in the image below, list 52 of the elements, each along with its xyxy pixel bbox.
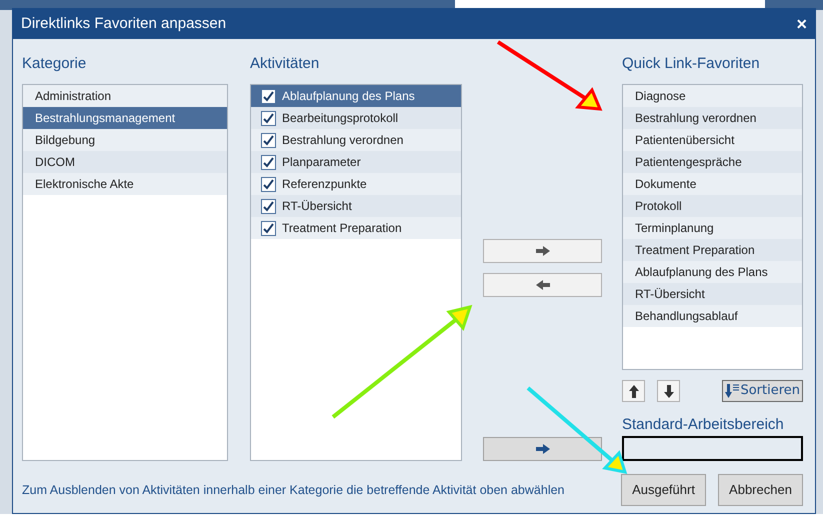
- activity-label[interactable]: Ablaufplanung des Plans: [282, 87, 415, 105]
- move-down-button[interactable]: [657, 380, 680, 402]
- up-arrow-icon: [628, 384, 638, 398]
- sort-button[interactable]: Sortieren: [722, 380, 803, 402]
- activity-label[interactable]: RT-Übersicht: [282, 197, 352, 215]
- checkbox[interactable]: [261, 176, 276, 192]
- list-item[interactable]: Elektronische Akte: [23, 173, 227, 195]
- list-item[interactable]: Bestrahlungsmanagement: [23, 107, 227, 129]
- set-default-button[interactable]: [483, 437, 602, 461]
- list-item[interactable]: Diagnose: [623, 85, 802, 107]
- list-item[interactable]: Patientengespräche: [623, 151, 802, 173]
- checkbox[interactable]: [261, 132, 276, 148]
- list-item[interactable]: Bildgebung: [23, 129, 227, 151]
- list-item[interactable]: Protokoll: [623, 195, 802, 217]
- list-item[interactable]: Behandlungsablauf: [623, 305, 802, 327]
- dialog-button[interactable]: Ausgeführt: [621, 474, 706, 506]
- down-arrow-icon: [664, 384, 674, 398]
- remove-button[interactable]: [483, 273, 602, 297]
- list-item[interactable]: DICOM: [23, 151, 227, 173]
- list-item[interactable]: Ablaufplanung des Plans: [623, 261, 802, 283]
- default-workspace-field[interactable]: [622, 436, 803, 461]
- checkbox[interactable]: [261, 88, 276, 104]
- list-item[interactable]: Dokumente: [623, 173, 802, 195]
- dialog-button[interactable]: Abbrechen: [718, 474, 803, 506]
- checkbox[interactable]: [261, 198, 276, 214]
- activity-label[interactable]: Planparameter: [282, 153, 361, 171]
- right-arrow-icon: [536, 246, 550, 256]
- activity-label[interactable]: Referenzpunkte: [282, 175, 367, 193]
- checkbox[interactable]: [261, 220, 276, 236]
- checkbox[interactable]: [261, 110, 276, 126]
- add-button[interactable]: [483, 239, 602, 263]
- list-item[interactable]: Terminplanung: [623, 217, 802, 239]
- activity-label[interactable]: Bearbeitungsprotokoll: [282, 109, 398, 127]
- field-label: Standard-Arbeitsbereich: [622, 415, 785, 434]
- move-up-button[interactable]: [622, 380, 645, 402]
- list-item[interactable]: Bestrahlung verordnen: [623, 107, 802, 129]
- left-arrow-icon: [536, 280, 550, 290]
- window-title: Direktlinks Favoriten anpassen: [21, 14, 226, 34]
- list-item[interactable]: Treatment Preparation: [623, 239, 802, 261]
- activity-label[interactable]: Treatment Preparation: [282, 219, 402, 237]
- close-button[interactable]: ×: [796, 15, 807, 33]
- activity-label[interactable]: Bestrahlung verordnen: [282, 131, 404, 149]
- sort-icon: [725, 384, 740, 398]
- list-item[interactable]: Administration: [23, 85, 227, 107]
- right-arrow-icon: [536, 444, 550, 454]
- hint-text: Zum Ausblenden von Aktivitäten innerhalb einer Kategorie die betreffende Aktivität oben abwählen: [22, 482, 564, 499]
- column-heading: Kategorie: [22, 54, 88, 74]
- list-item[interactable]: RT-Übersicht: [623, 283, 802, 305]
- checkbox[interactable]: [261, 154, 276, 170]
- list-item[interactable]: Patientenübersicht: [623, 129, 802, 151]
- column-heading: Quick Link-Favoriten: [622, 54, 761, 74]
- column-heading: Aktivitäten: [250, 54, 320, 74]
